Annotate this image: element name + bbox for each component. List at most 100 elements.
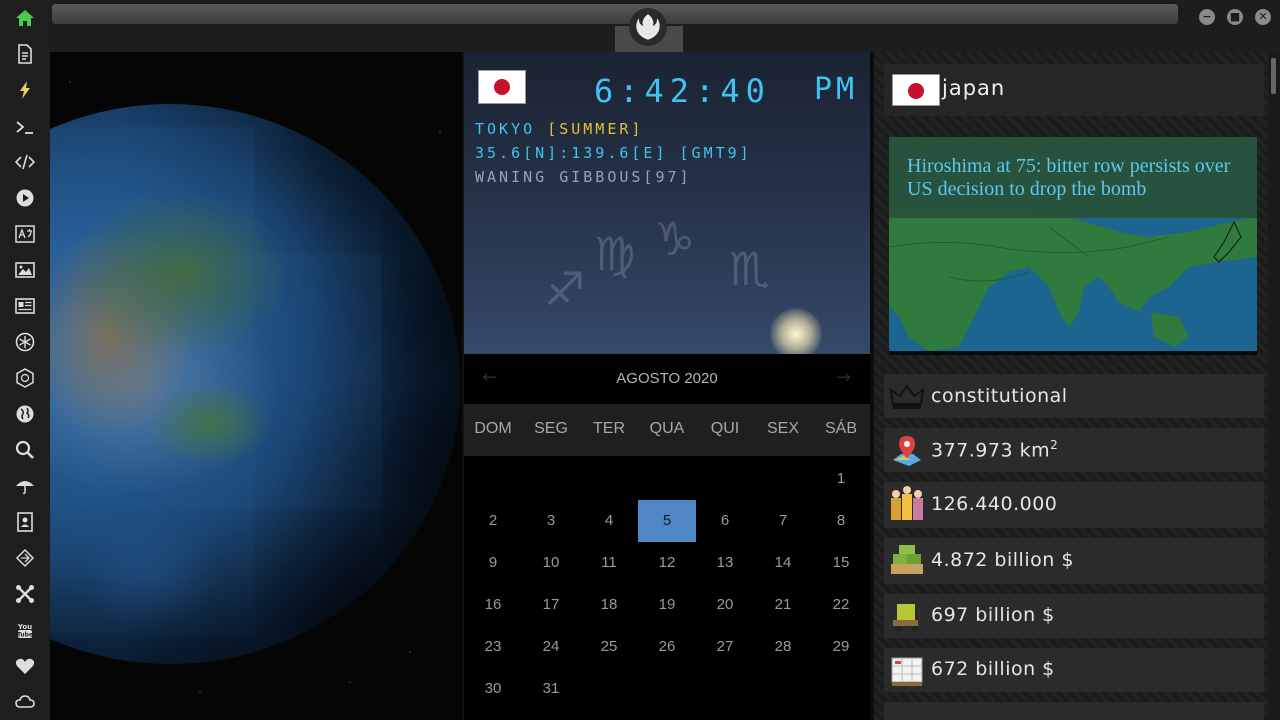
network-icon[interactable]: [13, 546, 37, 570]
calendar-day[interactable]: 4: [580, 500, 638, 542]
news-headline-box: Hiroshima at 75: bitter row persists ove…: [889, 137, 1257, 218]
news-icon[interactable]: [13, 294, 37, 318]
earth-globe[interactable]: [50, 104, 460, 664]
svg-text:You: You: [17, 623, 32, 631]
area-unit-superscript: 2: [1050, 438, 1059, 452]
stat-government: constitutional: [884, 374, 1264, 418]
calendar-day[interactable]: 22: [812, 584, 870, 626]
globe-panel: [50, 52, 462, 720]
weekday-label: DOM: [474, 420, 512, 437]
exports-value: 697 billion $: [931, 604, 1055, 626]
code-icon[interactable]: [13, 150, 37, 174]
calendar-day[interactable]: 16: [464, 584, 522, 626]
weekday-label: QUI: [710, 420, 740, 437]
zodiac-sagittarius-icon: ♐: [544, 262, 586, 316]
home-icon[interactable]: [13, 6, 37, 30]
heart-icon[interactable]: [13, 654, 37, 678]
umbrella-icon[interactable]: [13, 474, 37, 498]
calendar-day[interactable]: 13: [696, 542, 754, 584]
empire-icon[interactable]: [13, 366, 37, 390]
money-stack-icon: [891, 545, 923, 574]
area-value: 377.973 km2: [931, 438, 1058, 461]
translate-icon[interactable]: [13, 222, 37, 246]
calendar-day[interactable]: 30: [464, 668, 522, 710]
calendar-day[interactable]: 26: [638, 626, 696, 668]
address-bar[interactable]: [52, 4, 1178, 24]
app-window: You Tube − ■ ✕ ♐ ♍ ♑ ♏ 6:42:40 PM TOKYO …: [0, 0, 1280, 720]
globe-icon[interactable]: [13, 402, 37, 426]
close-button[interactable]: ✕: [1255, 9, 1271, 25]
country-header: japan: [884, 64, 1264, 116]
zodiac-capricorn-icon: ♑: [654, 212, 696, 266]
japan-flag-icon: [892, 74, 940, 106]
svg-text:Tube: Tube: [17, 632, 33, 639]
zodiac-scorpio-icon: ♏: [729, 242, 771, 296]
calendar-day[interactable]: 15: [812, 542, 870, 584]
calendar-day[interactable]: 27: [696, 626, 754, 668]
calendar-day[interactable]: 19: [638, 584, 696, 626]
clock-time: 6:42:40: [594, 72, 771, 110]
maximize-button[interactable]: ■: [1227, 9, 1243, 25]
stat-next-row: [884, 702, 1264, 720]
calendar-day[interactable]: 2: [464, 500, 522, 542]
news-card[interactable]: Hiroshima at 75: bitter row persists ove…: [889, 137, 1257, 355]
government-value: constitutional: [931, 385, 1068, 407]
image-icon[interactable]: [13, 258, 37, 282]
weekday-label: SEG: [534, 420, 568, 437]
calendar-day[interactable]: 6: [696, 500, 754, 542]
rebel-icon[interactable]: [13, 330, 37, 354]
calendar-day[interactable]: 21: [754, 584, 812, 626]
stat-area: 377.973 km2: [884, 428, 1264, 472]
tools-icon[interactable]: [13, 582, 37, 606]
japan-flag-icon: [478, 70, 526, 104]
boxes-import-icon: [891, 657, 923, 686]
calendar-day[interactable]: 9: [464, 542, 522, 584]
stat-exports: 697 billion $: [884, 594, 1264, 638]
stat-imports: 672 billion $: [884, 648, 1264, 692]
play-icon[interactable]: [13, 186, 37, 210]
calendar-day[interactable]: 11: [580, 542, 638, 584]
calendar-day[interactable]: 29: [812, 626, 870, 668]
calendar-day[interactable]: 3: [522, 500, 580, 542]
calendar-day[interactable]: 23: [464, 626, 522, 668]
contacts-icon[interactable]: [13, 510, 37, 534]
terminal-icon[interactable]: [13, 115, 37, 139]
sidebar: You Tube: [0, 0, 51, 720]
calendar-day[interactable]: 10: [522, 542, 580, 584]
calendar-day[interactable]: 20: [696, 584, 754, 626]
stat-gdp: 4.872 billion $: [884, 538, 1264, 584]
calendar-day[interactable]: 28: [754, 626, 812, 668]
document-icon[interactable]: [13, 42, 37, 66]
calendar-header: ← AGOSTO 2020 →: [464, 354, 870, 404]
cloud-icon[interactable]: [13, 690, 37, 714]
calendar-day[interactable]: 31: [522, 668, 580, 710]
next-month-button[interactable]: →: [836, 367, 851, 388]
lightning-icon[interactable]: [13, 78, 37, 102]
news-headline[interactable]: Hiroshima at 75: bitter row persists ove…: [907, 155, 1247, 201]
minimize-button[interactable]: −: [1199, 9, 1215, 25]
calendar-day[interactable]: 17: [522, 584, 580, 626]
calendar-month-label: AGOSTO 2020: [616, 370, 718, 387]
area-number: 377.973 km: [931, 439, 1051, 462]
calendar-weekdays: DOM SEG TER QUA QUI SEX SÁB: [464, 404, 870, 456]
calendar-day[interactable]: 18: [580, 584, 638, 626]
calendar-day[interactable]: 1: [812, 458, 870, 500]
calendar-day[interactable]: 25: [580, 626, 638, 668]
calendar-day[interactable]: 8: [812, 500, 870, 542]
search-icon[interactable]: [13, 438, 37, 462]
imports-value: 672 billion $: [931, 658, 1055, 680]
clock-ampm: PM: [814, 72, 859, 107]
calendar-day[interactable]: 14: [754, 542, 812, 584]
weekday-label: SEX: [766, 420, 799, 437]
season-label: [SUMMER]: [547, 120, 644, 138]
clock-panel: ♐ ♍ ♑ ♏ 6:42:40 PM TOKYO [SUMMER] 35.6[N…: [462, 52, 870, 354]
scrollbar[interactable]: [1268, 52, 1280, 720]
country-panel: japan Hiroshima at 75: bitter row persis…: [872, 52, 1270, 720]
calendar-day[interactable]: 24: [522, 626, 580, 668]
calendar-day[interactable]: 7: [754, 500, 812, 542]
map-pin-icon: [893, 436, 921, 466]
scroll-thumb[interactable]: [1271, 58, 1276, 94]
calendar-day-today[interactable]: 5: [638, 500, 696, 542]
youtube-icon[interactable]: You Tube: [13, 618, 37, 642]
calendar-day[interactable]: 12: [638, 542, 696, 584]
